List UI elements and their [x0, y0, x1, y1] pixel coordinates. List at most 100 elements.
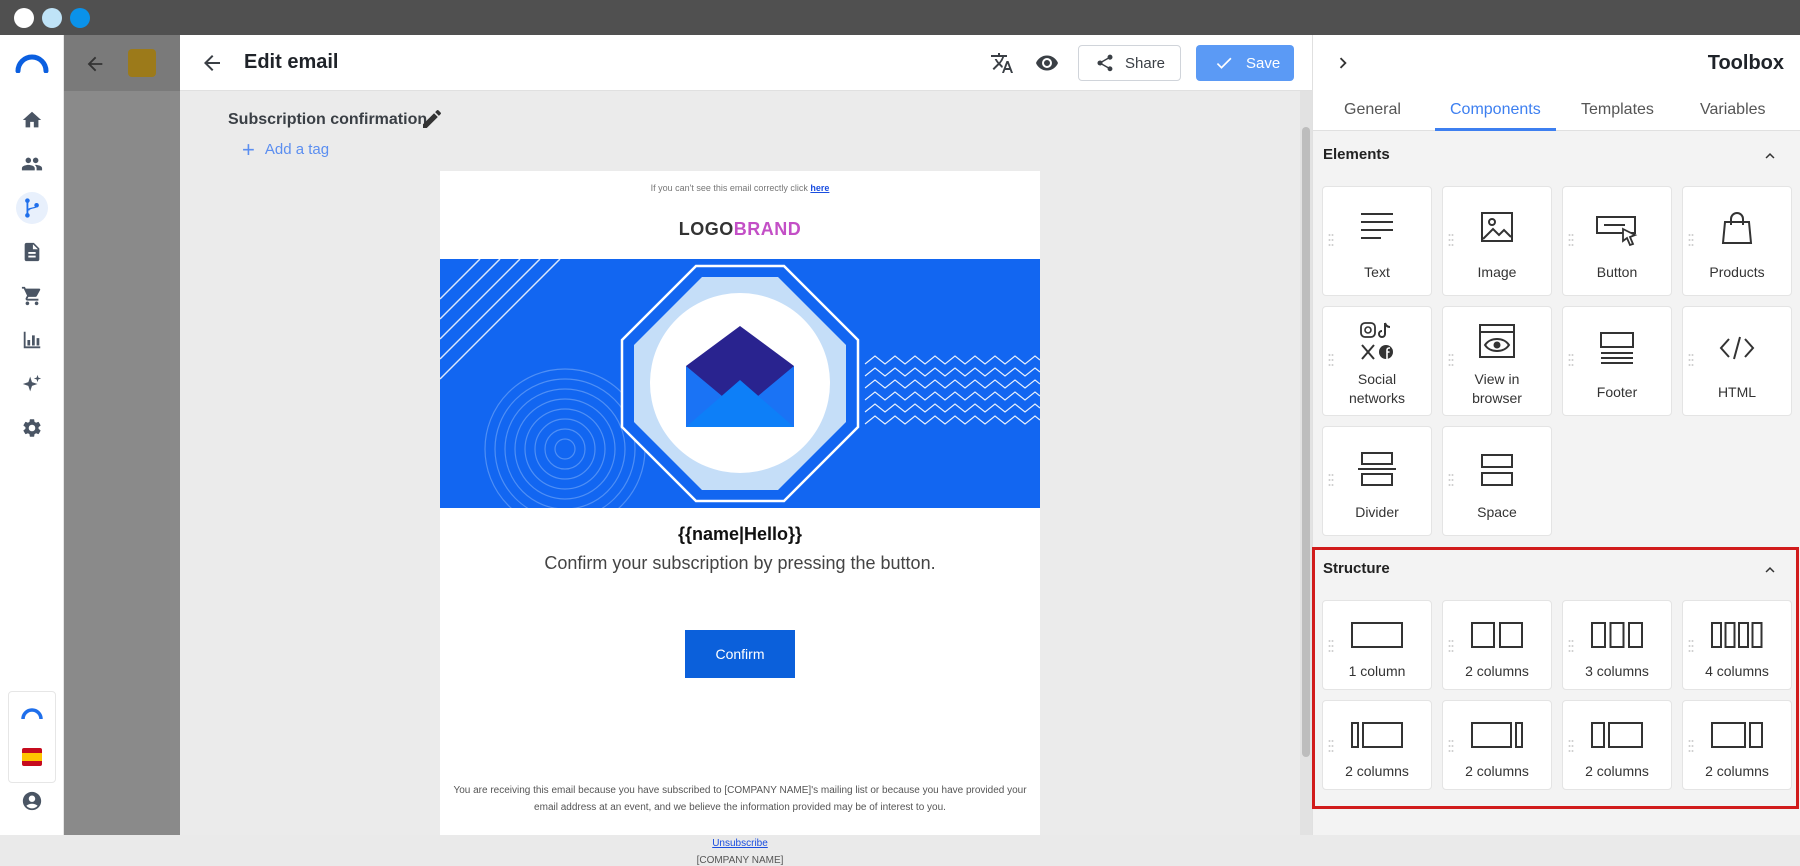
preview-eye-icon[interactable]: [1033, 49, 1061, 77]
tile-label: Image: [1477, 264, 1517, 280]
tile-label: 2 columns: [1465, 663, 1529, 679]
add-tag-button[interactable]: + Add a tag: [242, 138, 330, 160]
email-subject: Subscription confirmation: [228, 111, 428, 128]
tab-general[interactable]: General: [1344, 101, 1401, 119]
narrow-right-columns-icon: [1443, 721, 1551, 749]
tile-label: HTML: [1717, 384, 1757, 400]
preheader-text: If you can't see this email correctly cl…: [650, 183, 808, 193]
bar-chart-icon[interactable]: [16, 324, 48, 356]
add-tag-label: Add a tag: [264, 141, 330, 158]
window-maximize-dot[interactable]: [70, 8, 90, 28]
structure-tile-2-columns-third-left[interactable]: 2 columns: [1562, 700, 1672, 790]
workspace-switcher: [8, 691, 56, 783]
edit-pencil-icon[interactable]: [420, 107, 444, 131]
email-canvas[interactable]: If you can't see this email correctly cl…: [440, 171, 1040, 866]
preheader: If you can't see this email correctly cl…: [440, 183, 1040, 193]
chevron-up-icon[interactable]: [1761, 561, 1779, 579]
tile-label: Footer: [1596, 384, 1638, 400]
tile-label: 2 columns: [1345, 763, 1409, 779]
save-label: Save: [1246, 54, 1281, 72]
space-icon: [1443, 453, 1551, 487]
element-tile-html[interactable]: HTML: [1682, 306, 1792, 416]
envelope-illustration: [440, 259, 1040, 508]
tab-variables[interactable]: Variables: [1700, 101, 1766, 119]
tile-label: 2 columns: [1465, 763, 1529, 779]
save-button[interactable]: Save: [1196, 45, 1294, 81]
tab-templates[interactable]: Templates: [1581, 101, 1654, 119]
toolbox-title: Toolbox: [1707, 52, 1784, 74]
third-right-columns-icon: [1683, 721, 1791, 749]
collapse-chevron-icon[interactable]: [1329, 49, 1357, 77]
app-sidebar: [0, 35, 64, 835]
structure-tile-2-columns-narrow-left[interactable]: 2 columns: [1322, 700, 1432, 790]
share-label: Share: [1125, 54, 1166, 72]
workspace-logo[interactable]: [21, 706, 43, 722]
cart-icon[interactable]: [16, 280, 48, 312]
element-tile-view-in-browser[interactable]: View in browser: [1442, 306, 1552, 416]
confirm-button[interactable]: Confirm: [685, 630, 795, 678]
email-footer-text: You are receiving this email because you…: [453, 785, 1027, 813]
element-tile-button[interactable]: Button: [1562, 186, 1672, 296]
unsubscribe-link[interactable]: Unsubscribe: [440, 838, 1040, 849]
home-icon[interactable]: [16, 104, 48, 136]
app-logo[interactable]: [15, 51, 49, 74]
company-name: [COMPANY NAME]: [696, 855, 784, 866]
tile-label: Text: [1364, 264, 1390, 280]
structure-tile-2-columns-third-right[interactable]: 2 columns: [1682, 700, 1792, 790]
elements-section-title: Elements: [1323, 146, 1390, 163]
tile-label: 4 columns: [1705, 663, 1769, 679]
tile-label: 2 columns: [1705, 763, 1769, 779]
background-mail-icon: [128, 49, 156, 77]
people-icon[interactable]: [16, 148, 48, 180]
spain-flag-icon[interactable]: [22, 748, 42, 766]
element-tile-image[interactable]: Image: [1442, 186, 1552, 296]
footer-layout-icon: [1563, 331, 1671, 365]
button-cursor-icon: [1563, 213, 1671, 247]
sparkle-icon[interactable]: [16, 368, 48, 400]
tile-label: Divider: [1355, 504, 1399, 520]
structure-section-title: Structure: [1323, 560, 1390, 577]
check-icon: [1216, 57, 1232, 69]
tile-label: 2 columns: [1585, 763, 1649, 779]
scroll-thumb[interactable]: [1302, 127, 1310, 757]
element-tile-text[interactable]: Text: [1322, 186, 1432, 296]
tile-label: 3 columns: [1585, 663, 1649, 679]
preheader-link[interactable]: here: [810, 183, 829, 193]
email-editor: Edit email Share Save Subscription confi…: [180, 35, 1312, 866]
structure-tile-2-columns[interactable]: 2 columns: [1442, 600, 1552, 690]
third-left-columns-icon: [1563, 721, 1671, 749]
three-columns-icon: [1563, 621, 1671, 649]
one-column-icon: [1323, 621, 1431, 649]
element-tile-space[interactable]: Space: [1442, 426, 1552, 536]
share-button[interactable]: Share: [1078, 45, 1181, 81]
element-tile-divider[interactable]: Divider: [1322, 426, 1432, 536]
tab-components[interactable]: Components: [1450, 101, 1541, 119]
tile-label: Social networks: [1348, 371, 1406, 406]
editor-scrollbar[interactable]: [1300, 91, 1312, 835]
structure-tile-1-column[interactable]: 1 column: [1322, 600, 1432, 690]
code-brackets-icon: [1683, 335, 1791, 361]
window-close-dot[interactable]: [14, 8, 34, 28]
structure-tile-3-columns[interactable]: 3 columns: [1562, 600, 1672, 690]
gear-icon[interactable]: [16, 412, 48, 444]
document-icon[interactable]: [16, 236, 48, 268]
element-tile-products[interactable]: Products: [1682, 186, 1792, 296]
logo-part2: BRAND: [733, 219, 802, 239]
account-icon[interactable]: [16, 785, 48, 817]
element-tile-footer[interactable]: Footer: [1562, 306, 1672, 416]
window-minimize-dot[interactable]: [42, 8, 62, 28]
text-lines-icon: [1323, 211, 1431, 241]
structure-tile-2-columns-narrow-right[interactable]: 2 columns: [1442, 700, 1552, 790]
tile-label: View in browser: [1472, 371, 1522, 406]
structure-tile-4-columns[interactable]: 4 columns: [1682, 600, 1792, 690]
image-icon: [1443, 211, 1551, 243]
two-columns-icon: [1443, 621, 1551, 649]
divider-icon: [1323, 451, 1431, 487]
tile-label: Products: [1709, 264, 1765, 280]
element-tile-social-networks[interactable]: Social networks: [1322, 306, 1432, 416]
translate-icon[interactable]: [988, 49, 1016, 77]
chevron-up-icon[interactable]: [1761, 147, 1779, 165]
social-networks-icon: [1323, 321, 1431, 361]
back-arrow-icon[interactable]: [198, 49, 226, 77]
flow-icon[interactable]: [16, 192, 48, 224]
